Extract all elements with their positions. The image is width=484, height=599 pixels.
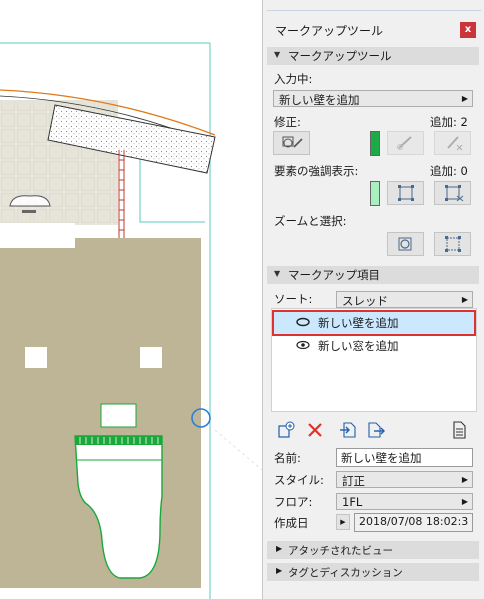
new-markup-icon xyxy=(278,421,295,438)
section-title: アタッチされたビュー xyxy=(288,545,393,557)
dropdown-arrow-icon: ▶ xyxy=(461,295,468,304)
name-field[interactable]: 新しい壁を追加 xyxy=(336,448,473,467)
export-icon xyxy=(368,422,385,438)
zoom-button[interactable] xyxy=(387,232,424,256)
section-title: マークアップ項目 xyxy=(288,268,380,282)
modify-pen-button[interactable] xyxy=(387,131,424,155)
export-markup-button[interactable] xyxy=(367,421,385,439)
expand-triangle-icon: ▶ xyxy=(276,566,283,575)
sort-dropdown[interactable]: スレッド ▶ xyxy=(336,291,473,308)
created-label: 作成日 xyxy=(274,516,309,530)
markup-tool-section-header[interactable]: ▼ マークアップツール xyxy=(267,47,479,65)
dropdown-arrow-icon: ▶ xyxy=(461,497,468,506)
tags-section-header[interactable]: ▶ タグとディスカッション xyxy=(267,563,479,581)
section-title: マークアップツール xyxy=(288,49,392,63)
section-title: タグとディスカッション xyxy=(288,567,403,579)
collapse-triangle-icon: ▼ xyxy=(274,50,281,59)
floor-dropdown[interactable]: 1FL ▶ xyxy=(336,493,473,510)
floor-label: フロア: xyxy=(274,495,313,509)
collapse-triangle-icon: ▼ xyxy=(274,269,281,278)
input-mode-dropdown[interactable]: 新しい壁を追加 ▶ xyxy=(273,90,473,107)
delete-markup-button[interactable] xyxy=(306,421,324,439)
zoom-select-icon xyxy=(444,236,461,252)
panel-divider xyxy=(267,10,481,11)
zoom-label: ズームと選択: xyxy=(274,214,347,228)
created-date-field: 2018/07/08 18:02:3 xyxy=(354,513,473,532)
new-markup-button[interactable] xyxy=(277,421,295,439)
created-date-value: 2018/07/08 18:02:3 xyxy=(359,515,469,528)
modify-label: 修正: xyxy=(274,115,301,129)
zoom-select-button[interactable] xyxy=(434,232,471,256)
panel-title: マークアップツール xyxy=(275,24,384,38)
add-modify-button[interactable] xyxy=(273,131,310,155)
import-markup-button[interactable] xyxy=(339,421,357,439)
markup-items-section-header[interactable]: ▼ マークアップ項目 xyxy=(267,266,479,284)
select-box-remove-icon xyxy=(444,185,463,202)
name-value: 新しい壁を追加 xyxy=(341,451,422,465)
input-mode-value: 新しい壁を追加 xyxy=(279,93,360,107)
floor-plan-drawing[interactable] xyxy=(0,0,262,599)
name-label: 名前: xyxy=(274,451,301,465)
import-icon xyxy=(340,422,356,438)
style-value: 訂正 xyxy=(342,474,365,488)
eye-closed-icon xyxy=(296,317,310,327)
close-button[interactable]: x xyxy=(460,22,476,38)
delete-icon xyxy=(308,423,322,437)
highlight-count: 追加: 0 xyxy=(430,164,468,178)
report-button[interactable] xyxy=(450,421,468,439)
expand-triangle-icon: ▶ xyxy=(276,544,283,553)
list-item[interactable]: 新しい壁を追加 xyxy=(272,310,476,336)
markup-items-list[interactable]: 新しい壁を追加 新しい窓を追加 xyxy=(271,308,477,412)
style-label: スタイル: xyxy=(274,473,324,487)
list-item-label: 新しい壁を追加 xyxy=(318,316,399,330)
pen-remove-icon xyxy=(446,136,462,151)
modify-remove-button[interactable] xyxy=(434,131,471,155)
select-box-icon xyxy=(397,185,414,201)
pen-icon xyxy=(396,136,412,150)
play-arrow-icon: ▶ xyxy=(340,518,346,526)
dropdown-arrow-icon: ▶ xyxy=(461,475,468,484)
plan-canvas[interactable] xyxy=(0,0,262,599)
list-item-label: 新しい窓を追加 xyxy=(318,339,399,353)
floor-value: 1FL xyxy=(342,495,363,509)
style-dropdown[interactable]: 訂正 ▶ xyxy=(336,471,473,488)
add-to-markup-icon xyxy=(282,136,303,148)
sort-label: ソート: xyxy=(274,292,313,306)
sort-value: スレッド xyxy=(342,294,388,308)
modify-color-swatch[interactable] xyxy=(370,131,380,156)
input-label: 入力中: xyxy=(274,72,313,86)
eye-icon xyxy=(296,340,310,350)
zoom-icon xyxy=(398,237,411,251)
attached-views-section-header[interactable]: ▶ アタッチされたビュー xyxy=(267,541,479,559)
highlight-remove-button[interactable] xyxy=(434,181,471,205)
created-expand-button[interactable]: ▶ xyxy=(336,514,350,530)
dropdown-arrow-icon: ▶ xyxy=(461,94,468,103)
markup-tool-panel: マークアップツール x ▼ マークアップツール 入力中: 新しい壁を追加 ▶ 修… xyxy=(262,0,484,599)
highlight-color-swatch[interactable] xyxy=(370,181,380,206)
highlight-label: 要素の強調表示: xyxy=(274,164,359,178)
modify-count: 追加: 2 xyxy=(430,115,468,129)
list-item[interactable]: 新しい窓を追加 xyxy=(274,335,474,357)
document-icon xyxy=(453,421,466,439)
highlight-add-button[interactable] xyxy=(387,181,424,205)
